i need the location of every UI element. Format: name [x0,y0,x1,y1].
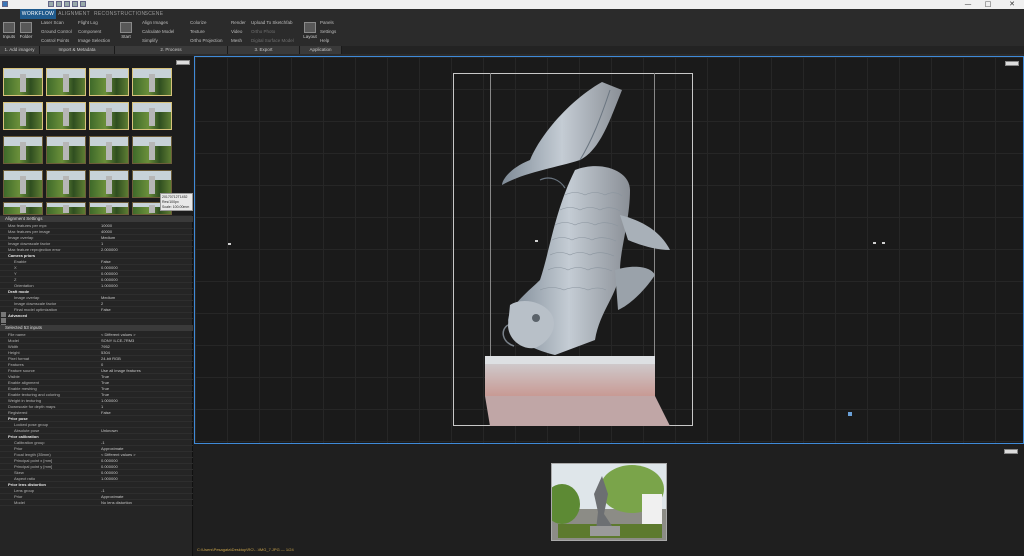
close-icon[interactable]: ✕ [1004,0,1020,9]
simplify-button[interactable]: Simplify [142,38,158,44]
quick-access-icon[interactable] [56,1,62,7]
image-thumbnail[interactable] [46,136,86,164]
property-value[interactable]: No lens distortion [101,500,132,506]
viewport-options-button[interactable] [1005,61,1019,66]
help-button[interactable]: Help [320,38,329,44]
maximize-icon[interactable]: □ [980,0,996,9]
folder-button[interactable]: Folder [18,22,34,39]
folder-icon [20,22,32,33]
quick-access-icon[interactable] [72,1,78,7]
app-logo-icon [2,1,8,7]
image-thumbnail[interactable] [46,102,86,130]
collapse-icon[interactable] [1,318,6,323]
colorize-button[interactable]: Colorize [190,20,207,26]
image-thumbnail[interactable] [89,136,129,164]
image-thumbnail[interactable] [132,68,172,96]
title-bar: — □ ✕ [0,0,1024,9]
inputs-button[interactable]: Inputs [1,22,17,39]
folder-label: Folder [19,34,33,39]
layout-icon [304,22,316,33]
tab-workflow[interactable]: WORKFLOW [20,9,56,19]
selected-inputs-header[interactable]: Selected 53 inputs [0,325,193,331]
image-thumbnail[interactable] [132,136,172,164]
camera-marker[interactable] [228,243,231,245]
gizmo-icon[interactable] [848,412,852,416]
thumbnail-tooltip: 20170712T1452 Res/100px Scale: 100.00mm [160,193,193,211]
flight-log-button[interactable]: Flight Log [78,20,98,26]
upload-sketchfab-button[interactable]: Upload To Sketchfab [251,20,292,26]
inputs-label: Inputs [2,34,16,39]
digital-surface-model-button[interactable]: Digital Surface Model [251,38,294,44]
image-thumbnail[interactable] [3,102,43,130]
quick-access-icon[interactable] [80,1,86,7]
image-thumbnail[interactable] [89,170,129,198]
selected-inputs-title: Selected 53 inputs [5,325,43,330]
ortho-projection-button[interactable]: Ortho Projection [190,38,223,44]
pin-icon[interactable] [1,312,6,317]
video-button[interactable]: Video [231,29,242,35]
image-thumbnail[interactable] [3,202,43,215]
ortho-photo-button[interactable]: Ortho Photo [251,29,275,35]
texture-button[interactable]: Texture [190,29,205,35]
property-section[interactable]: Advanced [0,313,193,319]
group-add-imagery: 1. Add imagery [0,46,40,54]
tab-reconstruction[interactable]: RECONSTRUCTION [94,9,145,19]
image-thumbnail[interactable] [46,68,86,96]
alignment-settings-title: Alignment Settings [5,216,43,221]
image-selection-button[interactable]: Image Selection [78,38,110,44]
panels-button[interactable]: Panels [320,20,334,26]
group-application: Application [300,46,342,54]
camera-marker[interactable] [873,242,876,244]
inputs-icon [3,22,15,33]
laser-scan-button[interactable]: Laser Scan [41,20,64,26]
mesh-button[interactable]: Mesh [231,38,242,44]
align-images-button[interactable]: Align Images [142,20,168,26]
tooltip-line: Scale: 100.00mm [162,205,190,209]
image-thumbnail[interactable] [3,68,43,96]
minimize-icon[interactable]: — [960,0,976,9]
calculate-model-button[interactable]: Calculate Model [142,29,174,35]
image-thumbnail[interactable] [132,102,172,130]
layout-button[interactable]: Layout [302,22,318,39]
image-thumbnail[interactable] [89,202,129,215]
ground-control-button[interactable]: Ground Control [41,29,72,35]
image-thumbnail[interactable] [3,170,43,198]
section-label: Advanced [8,313,28,318]
component-button[interactable]: Component [78,29,101,35]
render-button[interactable]: Render [231,20,246,26]
image-thumbnail[interactable] [89,102,129,130]
alignment-settings-header[interactable]: Alignment Settings [0,216,193,222]
photo-preview [552,464,666,540]
image-thumbnail[interactable] [89,68,129,96]
panel-view-toggle[interactable] [176,60,190,65]
property-row[interactable]: Model No lens distortion [0,500,193,506]
image-panel-options-button[interactable] [1004,449,1018,454]
group-import-metadata: Import & Metadata [40,46,115,54]
image-thumbnail[interactable] [46,170,86,198]
settings-button[interactable]: Settings [320,29,336,35]
status-path: C:\Users\Pesagata\Desktop\RC\...\IMG_7.J… [197,547,294,552]
start-label: Start [121,34,131,39]
quick-access-icon[interactable] [48,1,54,7]
shachihoko-statue-model[interactable] [480,80,680,426]
image-thumbnail[interactable] [3,136,43,164]
image-thumbnail[interactable] [46,202,86,215]
group-process: 2. Process [115,46,228,54]
start-icon [120,22,132,33]
selected-input-photo[interactable] [551,463,667,541]
quick-access-icon[interactable] [64,1,70,7]
camera-marker[interactable] [882,242,885,244]
ribbon-tabs: WORKFLOW ALIGNMENT RECONSTRUCTION SCENE [0,9,1024,19]
property-key: Model [14,500,25,505]
group-export: 3. Export [228,46,300,54]
control-points-button[interactable]: Control Points [41,38,69,44]
layout-label: Layout [303,34,317,39]
start-button[interactable]: Start [118,22,134,39]
tab-alignment[interactable]: ALIGNMENT [56,9,92,19]
tab-scene[interactable]: SCENE [142,9,166,19]
